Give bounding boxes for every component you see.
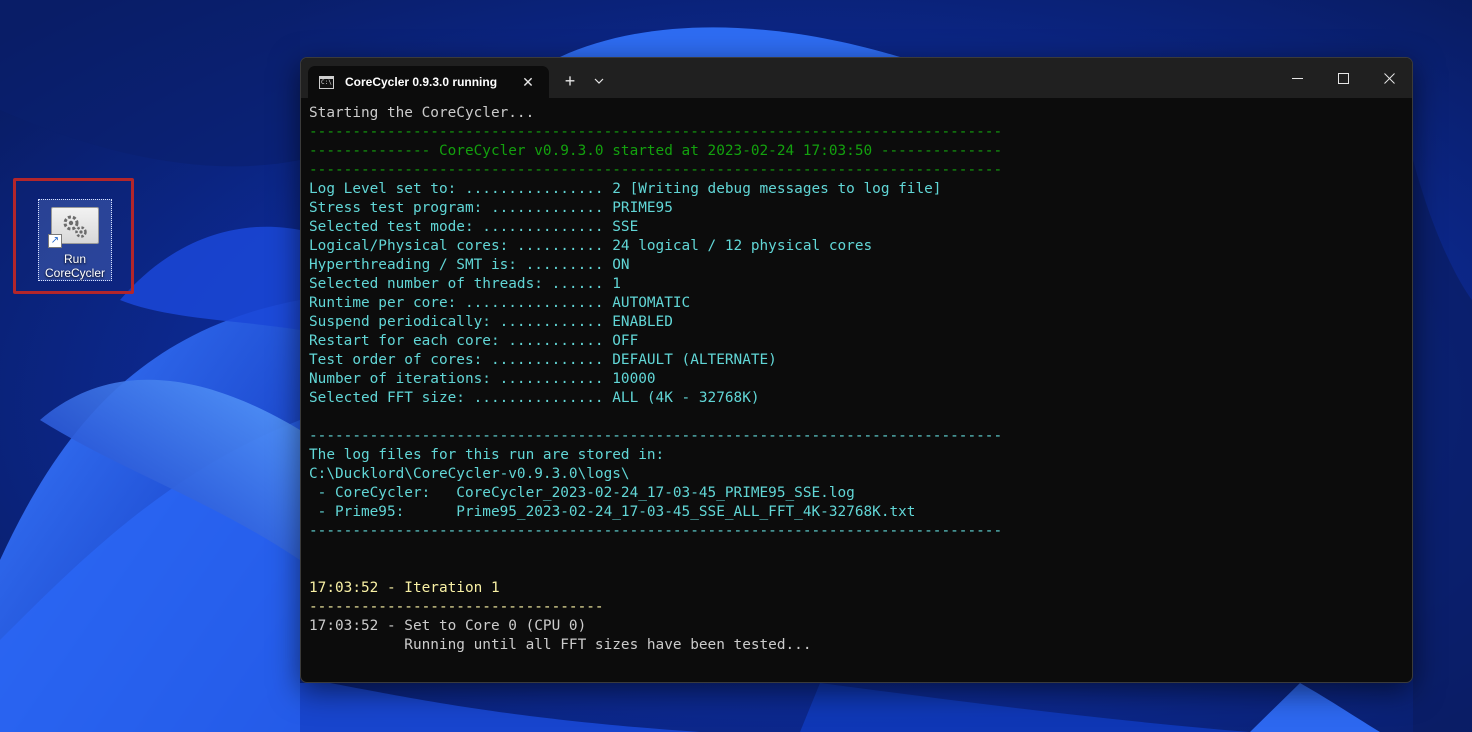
console-line: 17:03:52 - Set to Core 0 (CPU 0) (309, 618, 587, 634)
shortcut-arrow-icon: ↗ (48, 234, 62, 248)
console-line: ----------------------------------------… (309, 523, 1003, 539)
run-corecycler-shortcut[interactable]: ↗ Run CoreCycler (38, 199, 112, 281)
console-line: Log Level set to: ................ 2 [Wr… (309, 181, 942, 197)
console-line: Test order of cores: ............. DEFAU… (309, 352, 777, 368)
tab-close-icon[interactable]: ✕ (516, 74, 540, 91)
console-line: Suspend periodically: ............ ENABL… (309, 314, 673, 330)
console-line: Selected FFT size: ............... ALL (… (309, 390, 760, 406)
console-line: Selected number of threads: ...... 1 (309, 276, 621, 292)
console-line: Running until all FFT sizes have been te… (309, 637, 812, 653)
console-line: Restart for each core: ........... OFF (309, 333, 639, 349)
console-line: -------------- CoreCycler v0.9.3.0 start… (309, 143, 1003, 159)
console-output[interactable]: Starting the CoreCycler... --------------… (301, 98, 1412, 655)
console-line: ----------------------------------------… (309, 124, 1003, 140)
window-controls (1274, 58, 1412, 98)
tab-corecycler[interactable]: C:\ CoreCycler 0.9.3.0 running ✕ (308, 66, 549, 98)
console-line: 17:03:52 - Iteration 1 (309, 580, 500, 596)
console-line: Stress test program: ............. PRIME… (309, 200, 673, 216)
maximize-button[interactable] (1320, 58, 1366, 98)
tab-title: CoreCycler 0.9.3.0 running (345, 75, 498, 89)
console-line: Number of iterations: ............ 10000 (309, 371, 656, 387)
console-line: Selected test mode: .............. SSE (309, 219, 639, 235)
console-line: ----------------------------------------… (309, 162, 1003, 178)
terminal-tab-icon: C:\ (319, 75, 334, 89)
console-line: Starting the CoreCycler... (309, 105, 535, 121)
close-window-button[interactable] (1366, 58, 1412, 98)
tab-dropdown-chevron-icon[interactable] (589, 70, 609, 92)
shortcut-label: Run CoreCycler (44, 252, 105, 280)
title-bar[interactable]: C:\ CoreCycler 0.9.3.0 running ✕ + (301, 58, 1412, 98)
console-line: ---------------------------------- (309, 599, 604, 615)
gears-shortcut-icon: ↗ (48, 207, 99, 248)
console-line: The log files for this run are stored in… (309, 447, 665, 463)
new-tab-button[interactable]: + (559, 70, 581, 92)
console-line: - Prime95: Prime95_2023-02-24_17-03-45_S… (309, 504, 916, 520)
console-line: Runtime per core: ................ AUTOM… (309, 295, 691, 311)
console-line: Logical/Physical cores: .......... 24 lo… (309, 238, 873, 254)
console-line: ----------------------------------------… (309, 428, 1003, 444)
console-line: Hyperthreading / SMT is: ......... ON (309, 257, 630, 273)
terminal-window[interactable]: C:\ CoreCycler 0.9.3.0 running ✕ + Start… (300, 57, 1413, 683)
console-line: - CoreCycler: CoreCycler_2023-02-24_17-0… (309, 485, 855, 501)
minimize-button[interactable] (1274, 58, 1320, 98)
console-line: C:\Ducklord\CoreCycler-v0.9.3.0\logs\ (309, 466, 630, 482)
